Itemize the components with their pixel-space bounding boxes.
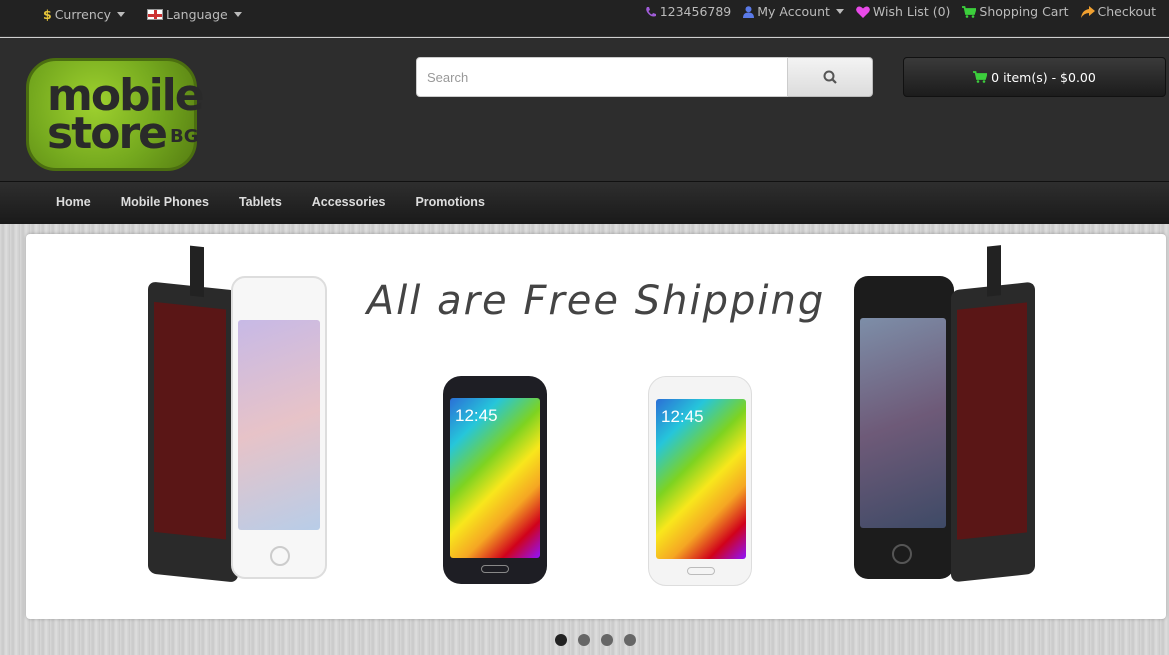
nav-item-promotions[interactable]: Promotions: [400, 195, 499, 209]
my-account-dropdown[interactable]: My Account: [743, 4, 844, 19]
shopping-cart-link[interactable]: Shopping Cart: [962, 4, 1069, 19]
lcd-assembly-image-left: [148, 245, 238, 583]
dollar-icon: $: [43, 7, 52, 22]
caret-down-icon: [117, 12, 126, 17]
wishlist-link[interactable]: Wish List (0): [856, 4, 951, 19]
slider-dot-1[interactable]: [555, 634, 567, 646]
search-icon: [823, 70, 837, 84]
checkout-label: Checkout: [1097, 4, 1156, 19]
slider-pagination: [555, 634, 636, 646]
black-iphone-image-right: [854, 276, 954, 579]
main-nav: Home Mobile Phones Tablets Accessories P…: [0, 181, 1169, 224]
search-bar: [416, 57, 873, 97]
lcd-assembly-image-right: [951, 245, 1035, 583]
caret-down-icon: [835, 9, 844, 14]
phone-time: 12:45: [661, 407, 704, 426]
caret-down-icon: [233, 12, 242, 17]
my-account-label: My Account: [757, 4, 830, 19]
white-iphone-image-left: [231, 276, 327, 579]
phone-icon: [645, 6, 656, 16]
nav-item-tablets[interactable]: Tablets: [224, 195, 297, 209]
top-bar: $ Currency Language 123456789 My Account…: [0, 0, 1169, 37]
banner-slide[interactable]: All are Free Shipping 12:45 12:45: [26, 234, 1166, 619]
wishlist-label: Wish List (0): [872, 4, 951, 19]
currency-label: Currency: [54, 7, 112, 22]
black-galaxy-image: 12:45: [443, 376, 547, 584]
shopping-cart-label: Shopping Cart: [979, 4, 1069, 19]
uk-flag-icon: [147, 9, 164, 20]
nav-item-home[interactable]: Home: [41, 195, 106, 209]
logo-line-2: store BG: [47, 107, 199, 159]
checkout-link[interactable]: Checkout: [1080, 4, 1156, 19]
phone-link[interactable]: 123456789: [645, 4, 732, 19]
language-dropdown[interactable]: Language: [147, 7, 242, 22]
language-label: Language: [166, 7, 228, 22]
slideshow: All are Free Shipping 12:45 12:45: [0, 224, 1169, 655]
search-input[interactable]: [416, 57, 788, 97]
header: mobile storeBG 0 item(s) - $0.00: [0, 38, 1169, 181]
store-logo[interactable]: mobile store BG: [26, 58, 205, 171]
search-button[interactable]: [788, 57, 873, 97]
phone-number: 123456789: [659, 4, 732, 19]
nav-item-accessories[interactable]: Accessories: [297, 195, 401, 209]
slider-dot-4[interactable]: [624, 634, 636, 646]
user-icon: [743, 5, 755, 18]
currency-dropdown[interactable]: $ Currency: [43, 7, 126, 22]
phone-time: 12:45: [455, 406, 498, 425]
heart-icon: [856, 6, 870, 18]
white-galaxy-image: 12:45: [648, 376, 752, 586]
slider-dot-2[interactable]: [578, 634, 590, 646]
cart-total-label: 0 item(s) - $0.00: [991, 69, 1096, 85]
slider-dot-3[interactable]: [601, 634, 613, 646]
cart-total-button[interactable]: 0 item(s) - $0.00: [903, 57, 1166, 97]
share-arrow-icon: [1080, 5, 1095, 18]
nav-item-mobile-phones[interactable]: Mobile Phones: [106, 195, 224, 209]
cart-icon: [962, 5, 977, 18]
cart-icon: [973, 71, 988, 83]
